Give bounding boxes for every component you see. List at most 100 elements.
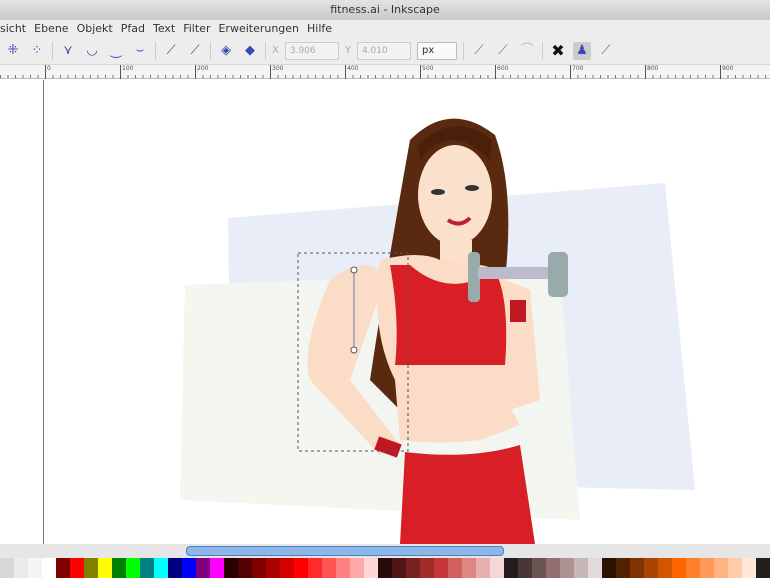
- divider: [265, 41, 266, 60]
- color-swatch[interactable]: [574, 558, 588, 578]
- color-swatch[interactable]: [70, 558, 84, 578]
- color-swatch[interactable]: [224, 558, 238, 578]
- horizontal-ruler: 0 100 200 300 400 500 600 700 800 900: [0, 65, 770, 79]
- color-swatch[interactable]: [238, 558, 252, 578]
- insert-node-icon[interactable]: ⋎: [59, 42, 77, 60]
- color-swatch[interactable]: [112, 558, 126, 578]
- color-swatch[interactable]: [126, 558, 140, 578]
- color-swatch[interactable]: [616, 558, 630, 578]
- color-swatch[interactable]: [686, 558, 700, 578]
- menu-item-text[interactable]: Text: [153, 20, 175, 37]
- color-swatch[interactable]: [140, 558, 154, 578]
- color-swatch[interactable]: [742, 558, 756, 578]
- menu-item-erweiterungen[interactable]: Erweiterungen: [218, 20, 299, 37]
- color-swatch[interactable]: [546, 558, 560, 578]
- cusp-node-icon[interactable]: ◈: [217, 42, 235, 60]
- horizontal-scrollbar[interactable]: [0, 544, 770, 558]
- y-label: Y: [344, 45, 351, 56]
- color-swatch[interactable]: [658, 558, 672, 578]
- color-swatch[interactable]: [168, 558, 182, 578]
- y-coordinate-input[interactable]: 4.010: [356, 41, 411, 60]
- smooth-node-icon[interactable]: ◆: [241, 42, 259, 60]
- delete-segment-icon[interactable]: ⟋: [186, 42, 204, 60]
- color-swatch[interactable]: [392, 558, 406, 578]
- node-handle: [350, 346, 358, 354]
- color-swatch[interactable]: [98, 558, 112, 578]
- select-all-paths-icon[interactable]: ⁘: [28, 42, 46, 60]
- color-swatch[interactable]: [378, 558, 392, 578]
- stroke-to-path-icon[interactable]: ⟋: [494, 42, 512, 60]
- color-swatch[interactable]: [420, 558, 434, 578]
- menu-item-filter[interactable]: Filter: [183, 20, 210, 37]
- color-swatch[interactable]: [700, 558, 714, 578]
- color-swatch[interactable]: [182, 558, 196, 578]
- ruler-label: 400: [345, 65, 358, 79]
- color-swatch[interactable]: [210, 558, 224, 578]
- x-coordinate-input[interactable]: 3.906: [284, 41, 339, 60]
- ruler-label: 600: [495, 65, 508, 79]
- ruler-label: 800: [645, 65, 658, 79]
- color-swatch[interactable]: [462, 558, 476, 578]
- divider: [155, 41, 156, 60]
- node-toolbar: ⁜ ⁘ ⋎ ◡ ⏝ ⌣ ⟋ ⟋ ◈ ◆ X 3.906 Y 4.010 px ⟋…: [0, 37, 770, 65]
- object-to-path-icon[interactable]: ⟋: [470, 42, 488, 60]
- color-swatch[interactable]: [756, 558, 770, 578]
- menu-item-ebene[interactable]: Ebene: [34, 20, 68, 37]
- color-swatch[interactable]: [308, 558, 322, 578]
- color-swatch[interactable]: [0, 558, 14, 578]
- color-swatch[interactable]: [602, 558, 616, 578]
- color-swatch[interactable]: [644, 558, 658, 578]
- menu-item-pfad[interactable]: Pfad: [121, 20, 145, 37]
- color-swatch[interactable]: [154, 558, 168, 578]
- color-swatch[interactable]: [406, 558, 420, 578]
- color-swatch[interactable]: [28, 558, 42, 578]
- dumbbell: [548, 252, 568, 297]
- canvas[interactable]: [0, 80, 770, 544]
- color-swatch[interactable]: [364, 558, 378, 578]
- color-swatch[interactable]: [84, 558, 98, 578]
- color-swatch[interactable]: [294, 558, 308, 578]
- menu-item-objekt[interactable]: Objekt: [77, 20, 113, 37]
- clip-path-icon[interactable]: ⌒: [518, 42, 536, 60]
- unit-select[interactable]: px: [416, 41, 457, 60]
- color-swatch[interactable]: [672, 558, 686, 578]
- join-nodes-icon[interactable]: ⏝: [107, 42, 125, 60]
- color-swatch[interactable]: [42, 558, 56, 578]
- color-swatch[interactable]: [476, 558, 490, 578]
- color-swatch[interactable]: [322, 558, 336, 578]
- color-swatch[interactable]: [252, 558, 266, 578]
- color-swatch[interactable]: [434, 558, 448, 578]
- menu-item-hilfe[interactable]: Hilfe: [307, 20, 332, 37]
- delete-node-icon[interactable]: ◡: [83, 42, 101, 60]
- select-all-nodes-icon[interactable]: ⁜: [4, 42, 22, 60]
- color-swatch[interactable]: [14, 558, 28, 578]
- show-handles-icon[interactable]: ♟: [572, 41, 591, 60]
- color-swatch[interactable]: [56, 558, 70, 578]
- scrollbar-thumb[interactable]: [186, 546, 504, 556]
- color-swatch[interactable]: [490, 558, 504, 578]
- ruler-label: 0: [45, 65, 51, 79]
- color-swatch[interactable]: [728, 558, 742, 578]
- color-swatch[interactable]: [588, 558, 602, 578]
- ruler-label: 500: [420, 65, 433, 79]
- transform-handles-icon[interactable]: ✖: [549, 41, 567, 60]
- color-swatch[interactable]: [560, 558, 574, 578]
- color-swatch[interactable]: [518, 558, 532, 578]
- divider: [462, 41, 464, 60]
- join-segment-icon[interactable]: ⟋: [162, 42, 180, 60]
- color-swatch[interactable]: [350, 558, 364, 578]
- color-swatch[interactable]: [266, 558, 280, 578]
- color-swatch[interactable]: [448, 558, 462, 578]
- color-swatch[interactable]: [532, 558, 546, 578]
- break-path-icon[interactable]: ⌣: [131, 42, 149, 60]
- ruler-label: 100: [120, 65, 133, 79]
- menu-item-sicht[interactable]: sicht: [0, 20, 26, 37]
- show-outline-icon[interactable]: ⟋: [597, 42, 615, 60]
- color-swatch[interactable]: [196, 558, 210, 578]
- color-swatch[interactable]: [504, 558, 518, 578]
- fitness-illustration: [180, 118, 695, 544]
- color-swatch[interactable]: [714, 558, 728, 578]
- color-swatch[interactable]: [630, 558, 644, 578]
- color-swatch[interactable]: [336, 558, 350, 578]
- color-swatch[interactable]: [280, 558, 294, 578]
